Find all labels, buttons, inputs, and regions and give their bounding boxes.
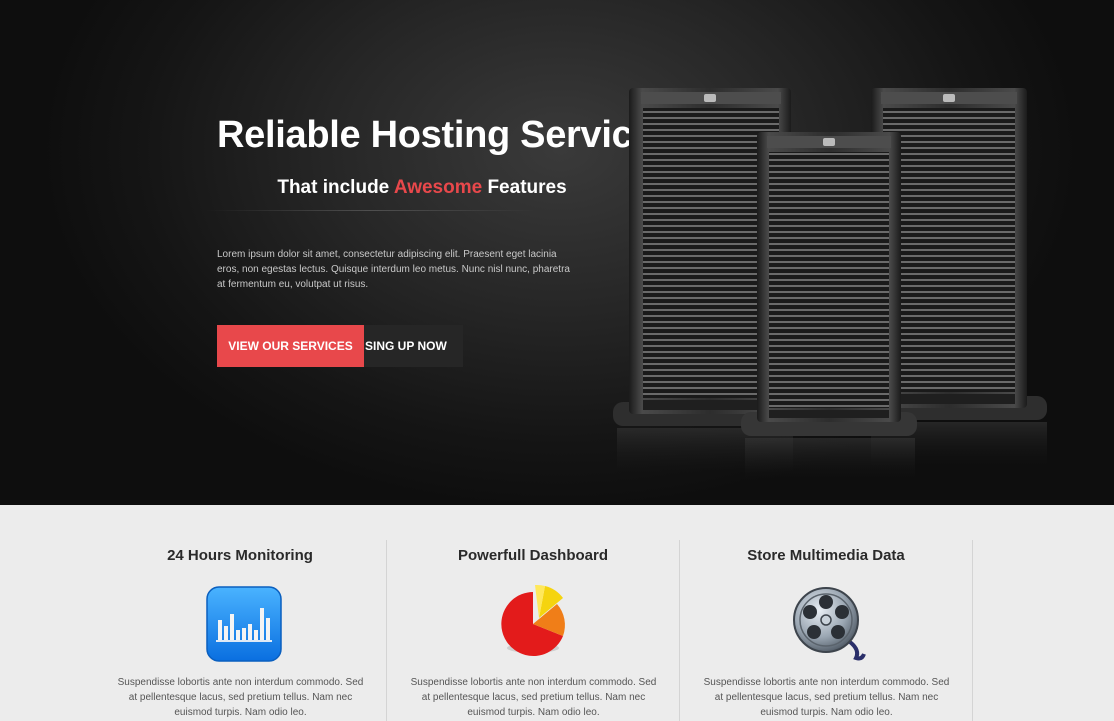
hero-subtitle: That include Awesome Features <box>217 177 627 199</box>
server-tower-middle <box>741 132 917 480</box>
feature-text: Suspendisse lobortis ante non interdum c… <box>703 677 950 718</box>
feature-title: Powerfull Dashboard <box>457 547 609 564</box>
film-reel-icon <box>793 587 866 661</box>
hero-body-text: Lorem ipsum dolor sit amet, consectetur … <box>217 249 570 290</box>
hero-section: Reliable Hosting Services That include A… <box>0 0 1114 505</box>
features-section: 24 Hours Monitoring Suspendisse lobortis… <box>0 505 1114 721</box>
hero-divider <box>205 210 535 211</box>
hero-title: Reliable Hosting Services <box>217 114 634 156</box>
feature-dashboard: Powerfull Dashboard Suspendisse lobortis… <box>387 540 680 721</box>
hero-subtitle-after: Features <box>482 177 567 198</box>
sign-up-button[interactable]: SING UP NOW <box>364 325 463 367</box>
hero-subtitle-accent: Awesome <box>393 177 483 198</box>
bar-chart-app-icon <box>206 586 282 662</box>
feature-monitoring: 24 Hours Monitoring Suspendisse lobortis… <box>94 540 387 721</box>
view-services-button[interactable]: VIEW OUR SERVICES <box>217 325 364 367</box>
feature-title: Store Multimedia Data <box>747 547 905 564</box>
server-towers-image <box>613 88 1047 480</box>
feature-multimedia: Store Multimedia Data Suspendisse lobort… <box>680 540 973 721</box>
feature-title: 24 Hours Monitoring <box>167 547 313 564</box>
feature-text: Suspendisse lobortis ante non interdum c… <box>117 677 364 718</box>
pie-chart-icon <box>501 584 565 656</box>
feature-text: Suspendisse lobortis ante non interdum c… <box>410 677 657 718</box>
hero-subtitle-before: That include <box>277 177 394 198</box>
